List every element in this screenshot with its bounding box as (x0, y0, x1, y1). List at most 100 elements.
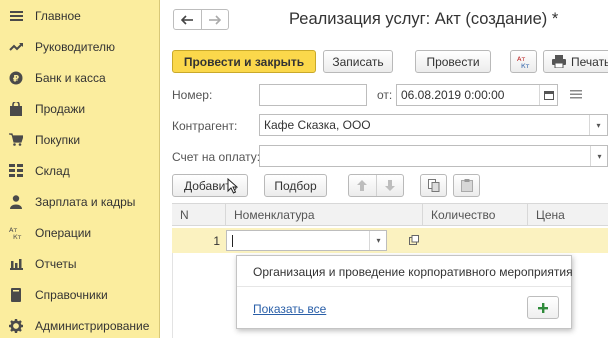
clipboard-icon (460, 179, 473, 192)
post-and-close-button[interactable]: Провести и закрыть (172, 50, 316, 73)
back-button[interactable] (174, 10, 201, 29)
date-value: 06.08.2019 0:00:00 (401, 88, 505, 102)
copy-icon (427, 179, 440, 192)
table-header: N Номенклатура Количество Цена (172, 203, 608, 226)
page-title: Реализация услуг: Акт (создание) * (289, 10, 559, 28)
chevron-down-icon: ▾ (376, 236, 381, 245)
contractor-label: Контрагент: (172, 119, 238, 133)
sidebar-item-salary[interactable]: Зарплата и кадры (0, 186, 159, 217)
book-icon (9, 287, 23, 302)
sidebar-item-warehouse[interactable]: Склад (0, 155, 159, 186)
print-label: Печать (571, 54, 608, 69)
main-area: Реализация услуг: Акт (создание) * Прове… (161, 0, 608, 338)
gear-icon (9, 318, 23, 333)
column-header-price[interactable]: Цена (528, 204, 608, 226)
sidebar-item-label: Покупки (35, 132, 81, 147)
trend-icon (9, 40, 23, 54)
arrow-left-icon (181, 14, 194, 25)
autocomplete-popup: Организация и проведение корпоративного … (236, 255, 573, 329)
sidebar-item-reports[interactable]: Отчеты (0, 248, 159, 279)
calendar-button[interactable] (539, 85, 557, 105)
contractor-value: Кафе Сказка, ООО (264, 118, 371, 132)
contractor-dropdown-button[interactable]: ▾ (589, 115, 607, 135)
printer-icon (552, 55, 566, 68)
print-button[interactable]: Печать (543, 50, 608, 73)
date-field[interactable]: 06.08.2019 0:00:00 (396, 84, 558, 106)
sidebar-item-label: Склад (35, 163, 70, 178)
svg-text:Кт: Кт (13, 233, 22, 240)
sidebar-item-label: Продажи (35, 101, 86, 116)
sidebar-item-main[interactable]: Главное (0, 0, 159, 31)
show-all-link[interactable]: Показать все (253, 302, 326, 316)
create-new-button[interactable] (527, 296, 559, 319)
popup-divider (237, 286, 571, 287)
move-buttons (348, 174, 404, 197)
calendar-icon (543, 90, 554, 100)
arrow-up-icon (357, 180, 368, 191)
svg-text:Кт: Кт (521, 62, 530, 69)
autocomplete-item[interactable]: Организация и проведение корпоративного … (253, 265, 573, 279)
save-button[interactable]: Записать (323, 50, 393, 73)
svg-text:₽: ₽ (13, 74, 19, 84)
sidebar-item-purchases[interactable]: Покупки (0, 124, 159, 155)
sidebar-item-bank[interactable]: ₽ Банк и касса (0, 62, 159, 93)
open-link-icon[interactable] (409, 235, 419, 245)
sidebar-item-administration[interactable]: Администрирование (0, 310, 159, 338)
dt-kt-button[interactable]: Ат Кт (510, 50, 537, 73)
invoice-label: Счет на оплату: (172, 150, 261, 164)
sidebar-item-references[interactable]: Справочники (0, 279, 159, 310)
number-label: Номер: (172, 88, 213, 102)
invoice-dropdown-button[interactable]: ▾ (590, 146, 608, 166)
invoice-field[interactable] (259, 145, 608, 167)
forward-button[interactable] (200, 10, 228, 29)
paste-button[interactable] (453, 174, 480, 197)
sidebar-item-sales[interactable]: Продажи (0, 93, 159, 124)
plus-icon (538, 302, 548, 313)
sidebar-item-label: Справочники (35, 287, 108, 302)
sidebar-item-label: Банк и касса (35, 70, 106, 85)
arrow-down-icon (384, 180, 395, 191)
app-window: Главное Руководителю ₽ Банк и касса Прод… (0, 0, 608, 338)
column-header-quantity[interactable]: Количество (423, 204, 528, 226)
sidebar-item-label: Администрирование (35, 318, 150, 333)
sidebar-item-label: Отчеты (35, 256, 77, 271)
sidebar-item-manager[interactable]: Руководителю (0, 31, 159, 62)
sidebar: Главное Руководителю ₽ Банк и касса Прод… (0, 0, 160, 338)
sidebar-item-label: Зарплата и кадры (35, 194, 136, 209)
ruble-coin-icon: ₽ (9, 71, 23, 85)
copy-row-button[interactable] (420, 174, 447, 197)
move-up-button[interactable] (349, 175, 377, 196)
number-field[interactable] (259, 84, 367, 106)
shopping-bag-icon (9, 101, 23, 116)
nav-buttons (173, 9, 229, 30)
move-down-button[interactable] (377, 175, 404, 196)
arrow-right-icon (208, 14, 221, 25)
chevron-down-icon: ▾ (596, 120, 601, 130)
date-from-label: от: (377, 88, 393, 102)
dt-kt-icon: Ат Кт (9, 226, 23, 240)
quantity-cell[interactable] (424, 228, 528, 253)
contractor-field[interactable]: Кафе Сказка, ООО ▾ (259, 114, 608, 136)
sidebar-item-operations[interactable]: Ат Кт Операции (0, 217, 159, 248)
warehouse-icon (9, 164, 23, 178)
price-cell[interactable] (529, 228, 608, 253)
sidebar-item-label: Руководителю (35, 39, 116, 54)
bar-chart-icon (9, 257, 23, 271)
chevron-down-icon: ▾ (597, 151, 602, 161)
text-caret (232, 235, 233, 247)
row-number: 1 (213, 233, 220, 248)
column-header-nomenclature[interactable]: Номенклатура (226, 204, 423, 226)
cart-icon (9, 133, 23, 147)
menu-lines-icon (9, 9, 23, 23)
column-header-n[interactable]: N (172, 204, 226, 226)
list-icon[interactable] (570, 90, 582, 99)
nomenclature-input[interactable]: ▾ (226, 230, 387, 251)
sidebar-item-label: Операции (35, 225, 92, 240)
sidebar-item-label: Главное (35, 8, 81, 23)
post-button[interactable]: Провести (415, 50, 491, 73)
mouse-cursor-icon (227, 178, 238, 194)
dt-kt-icon: Ат Кт (516, 55, 532, 69)
person-icon (9, 194, 23, 209)
nomenclature-dropdown-button[interactable]: ▾ (369, 231, 387, 250)
select-button[interactable]: Подбор (264, 174, 327, 197)
